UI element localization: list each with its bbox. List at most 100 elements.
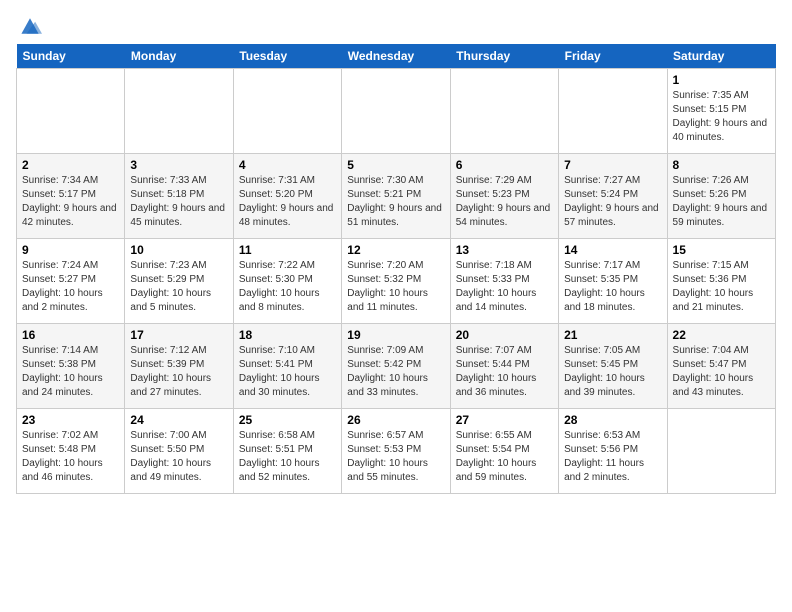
calendar-cell: 4 Sunrise: 7:31 AM Sunset: 5:20 PM Daylig… (233, 154, 341, 239)
calendar-cell: 16 Sunrise: 7:14 AM Sunset: 5:38 PM Dayli… (17, 324, 125, 409)
calendar-cell: 6 Sunrise: 7:29 AM Sunset: 5:23 PM Daylig… (450, 154, 558, 239)
calendar-week-row: 16 Sunrise: 7:14 AM Sunset: 5:38 PM Dayli… (17, 324, 776, 409)
calendar-cell: 19 Sunrise: 7:09 AM Sunset: 5:42 PM Dayli… (342, 324, 450, 409)
calendar-cell: 14 Sunrise: 7:17 AM Sunset: 5:35 PM Dayli… (559, 239, 667, 324)
calendar-cell: 22 Sunrise: 7:04 AM Sunset: 5:47 PM Dayli… (667, 324, 775, 409)
calendar-cell: 17 Sunrise: 7:12 AM Sunset: 5:39 PM Dayli… (125, 324, 233, 409)
day-number: 19 (347, 328, 444, 342)
day-number: 28 (564, 413, 661, 427)
calendar-cell: 25 Sunrise: 6:58 AM Sunset: 5:51 PM Dayli… (233, 409, 341, 494)
calendar-cell: 21 Sunrise: 7:05 AM Sunset: 5:45 PM Dayli… (559, 324, 667, 409)
day-info: Sunrise: 7:20 AM Sunset: 5:32 PM Dayligh… (347, 259, 444, 315)
calendar-week-row: 9 Sunrise: 7:24 AM Sunset: 5:27 PM Daylig… (17, 239, 776, 324)
calendar-week-row: 1 Sunrise: 7:35 AM Sunset: 5:15 PM Daylig… (17, 69, 776, 154)
calendar-cell: 26Sunrise: 6:57 AM Sunset: 5:53 PM Dayli… (342, 409, 450, 494)
day-number: 2 (22, 158, 119, 172)
day-info: Sunrise: 7:29 AM Sunset: 5:23 PM Dayligh… (456, 174, 553, 230)
day-info: Sunrise: 7:02 AM Sunset: 5:48 PM Dayligh… (22, 429, 119, 485)
day-info: Sunrise: 7:05 AM Sunset: 5:45 PM Dayligh… (564, 344, 661, 400)
day-number: 17 (130, 328, 227, 342)
day-info: Sunrise: 6:53 AM Sunset: 5:56 PM Dayligh… (564, 429, 661, 485)
day-number: 1 (673, 73, 770, 87)
day-number: 11 (239, 243, 336, 257)
day-info: Sunrise: 7:22 AM Sunset: 5:30 PM Dayligh… (239, 259, 336, 315)
calendar-cell: 11 Sunrise: 7:22 AM Sunset: 5:30 PM Dayli… (233, 239, 341, 324)
logo (16, 16, 42, 36)
calendar-cell: 18 Sunrise: 7:10 AM Sunset: 5:41 PM Dayli… (233, 324, 341, 409)
calendar-cell: 3 Sunrise: 7:33 AM Sunset: 5:18 PM Daylig… (125, 154, 233, 239)
day-number: 12 (347, 243, 444, 257)
day-number: 25 (239, 413, 336, 427)
calendar-cell: 27 Sunrise: 6:55 AM Sunset: 5:54 PM Dayli… (450, 409, 558, 494)
logo-icon (18, 16, 42, 36)
calendar-header-sunday: Sunday (17, 44, 125, 69)
day-info: Sunrise: 7:15 AM Sunset: 5:36 PM Dayligh… (673, 259, 770, 315)
calendar-cell: 23 Sunrise: 7:02 AM Sunset: 5:48 PM Dayli… (17, 409, 125, 494)
day-info: Sunrise: 7:24 AM Sunset: 5:27 PM Dayligh… (22, 259, 119, 315)
day-number: 7 (564, 158, 661, 172)
day-info: Sunrise: 6:57 AM Sunset: 5:53 PM Dayligh… (347, 429, 444, 485)
calendar-header-row: SundayMondayTuesdayWednesdayThursdayFrid… (17, 44, 776, 69)
calendar-cell: 28 Sunrise: 6:53 AM Sunset: 5:56 PM Dayli… (559, 409, 667, 494)
calendar-cell: 8Sunrise: 7:26 AM Sunset: 5:26 PM Daylig… (667, 154, 775, 239)
day-info: Sunrise: 7:14 AM Sunset: 5:38 PM Dayligh… (22, 344, 119, 400)
calendar-cell (559, 69, 667, 154)
day-number: 15 (673, 243, 770, 257)
calendar-cell: 7 Sunrise: 7:27 AM Sunset: 5:24 PM Daylig… (559, 154, 667, 239)
calendar-cell: 12 Sunrise: 7:20 AM Sunset: 5:32 PM Dayli… (342, 239, 450, 324)
calendar-header-thursday: Thursday (450, 44, 558, 69)
calendar-cell: 5 Sunrise: 7:30 AM Sunset: 5:21 PM Daylig… (342, 154, 450, 239)
day-info: Sunrise: 7:07 AM Sunset: 5:44 PM Dayligh… (456, 344, 553, 400)
day-info: Sunrise: 7:23 AM Sunset: 5:29 PM Dayligh… (130, 259, 227, 315)
calendar-cell: 2Sunrise: 7:34 AM Sunset: 5:17 PM Daylig… (17, 154, 125, 239)
calendar-header-friday: Friday (559, 44, 667, 69)
day-info: Sunrise: 6:58 AM Sunset: 5:51 PM Dayligh… (239, 429, 336, 485)
calendar-header-wednesday: Wednesday (342, 44, 450, 69)
day-info: Sunrise: 7:18 AM Sunset: 5:33 PM Dayligh… (456, 259, 553, 315)
day-number: 20 (456, 328, 553, 342)
day-number: 3 (130, 158, 227, 172)
day-number: 22 (673, 328, 770, 342)
calendar-table: SundayMondayTuesdayWednesdayThursdayFrid… (16, 44, 776, 494)
day-number: 9 (22, 243, 119, 257)
calendar-cell: 1 Sunrise: 7:35 AM Sunset: 5:15 PM Daylig… (667, 69, 775, 154)
day-info: Sunrise: 6:55 AM Sunset: 5:54 PM Dayligh… (456, 429, 553, 485)
day-info: Sunrise: 7:10 AM Sunset: 5:41 PM Dayligh… (239, 344, 336, 400)
calendar-header-monday: Monday (125, 44, 233, 69)
calendar-cell: 24Sunrise: 7:00 AM Sunset: 5:50 PM Dayli… (125, 409, 233, 494)
day-number: 21 (564, 328, 661, 342)
day-number: 18 (239, 328, 336, 342)
day-number: 13 (456, 243, 553, 257)
calendar-cell: 9 Sunrise: 7:24 AM Sunset: 5:27 PM Daylig… (17, 239, 125, 324)
day-info: Sunrise: 7:09 AM Sunset: 5:42 PM Dayligh… (347, 344, 444, 400)
calendar-cell: 10 Sunrise: 7:23 AM Sunset: 5:29 PM Dayli… (125, 239, 233, 324)
calendar-cell: 13 Sunrise: 7:18 AM Sunset: 5:33 PM Dayli… (450, 239, 558, 324)
day-info: Sunrise: 7:27 AM Sunset: 5:24 PM Dayligh… (564, 174, 661, 230)
day-info: Sunrise: 7:30 AM Sunset: 5:21 PM Dayligh… (347, 174, 444, 230)
calendar-header-saturday: Saturday (667, 44, 775, 69)
day-number: 27 (456, 413, 553, 427)
day-number: 24 (130, 413, 227, 427)
calendar-week-row: 2Sunrise: 7:34 AM Sunset: 5:17 PM Daylig… (17, 154, 776, 239)
day-info: Sunrise: 7:12 AM Sunset: 5:39 PM Dayligh… (130, 344, 227, 400)
day-number: 4 (239, 158, 336, 172)
day-info: Sunrise: 7:33 AM Sunset: 5:18 PM Dayligh… (130, 174, 227, 230)
day-info: Sunrise: 7:17 AM Sunset: 5:35 PM Dayligh… (564, 259, 661, 315)
day-number: 5 (347, 158, 444, 172)
calendar-cell (17, 69, 125, 154)
day-info: Sunrise: 7:31 AM Sunset: 5:20 PM Dayligh… (239, 174, 336, 230)
calendar-cell (233, 69, 341, 154)
day-number: 6 (456, 158, 553, 172)
calendar-cell: 15 Sunrise: 7:15 AM Sunset: 5:36 PM Dayli… (667, 239, 775, 324)
calendar-cell (450, 69, 558, 154)
calendar-header-tuesday: Tuesday (233, 44, 341, 69)
day-info: Sunrise: 7:04 AM Sunset: 5:47 PM Dayligh… (673, 344, 770, 400)
day-number: 8 (673, 158, 770, 172)
day-number: 23 (22, 413, 119, 427)
day-info: Sunrise: 7:35 AM Sunset: 5:15 PM Dayligh… (673, 89, 770, 145)
day-number: 10 (130, 243, 227, 257)
day-number: 16 (22, 328, 119, 342)
calendar-week-row: 23 Sunrise: 7:02 AM Sunset: 5:48 PM Dayli… (17, 409, 776, 494)
day-number: 14 (564, 243, 661, 257)
calendar-cell (667, 409, 775, 494)
